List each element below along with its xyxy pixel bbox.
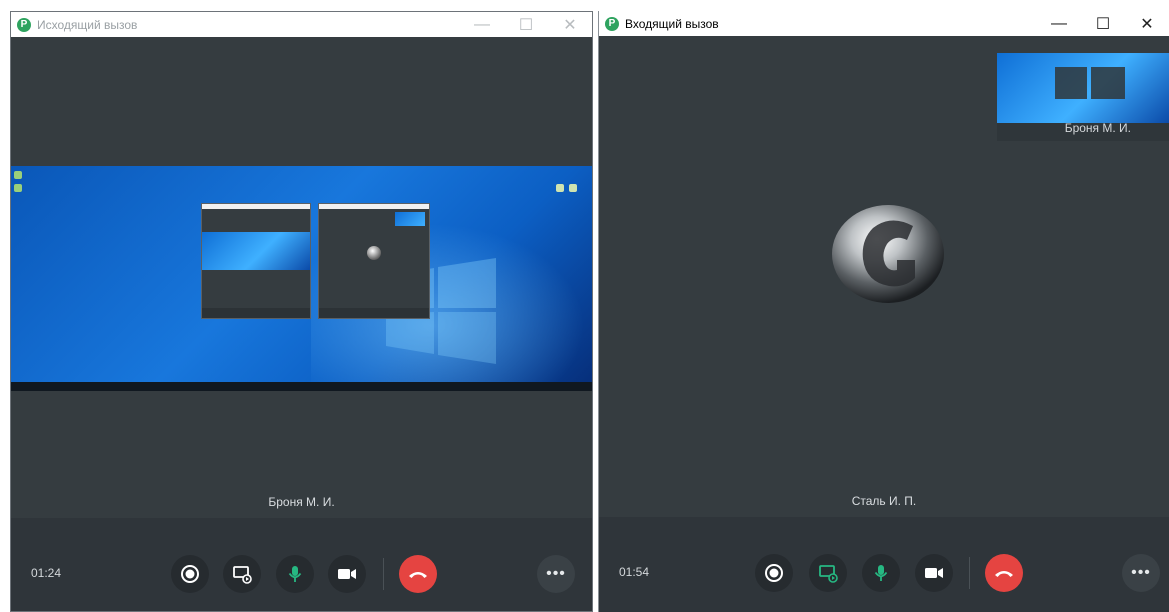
- desktop-icon: [556, 184, 564, 192]
- preview-screen: [997, 53, 1169, 123]
- shared-screen-view: [11, 166, 592, 391]
- record-button[interactable]: [755, 554, 793, 592]
- incoming-call-window: P Входящий вызов — ☐ ✕ Броня М. И. Сталь…: [598, 11, 1169, 612]
- remote-participant-name: Броня М. И.: [268, 495, 335, 509]
- desktop-icon: [569, 184, 577, 192]
- record-icon: [181, 565, 199, 583]
- record-icon: [765, 564, 783, 582]
- phone-hangup-icon: [995, 571, 1013, 577]
- call-timer: 01:24: [31, 566, 62, 580]
- app-logo-icon: P: [605, 16, 619, 31]
- camera-icon: [338, 569, 356, 579]
- remote-participant-name: Сталь И. П.: [851, 494, 917, 508]
- camera-button[interactable]: [328, 555, 366, 593]
- call-timer: 01:54: [619, 565, 650, 579]
- window-title: Исходящий вызов: [37, 17, 138, 32]
- phone-hangup-icon: [409, 572, 427, 578]
- window-title: Входящий вызов: [625, 16, 719, 31]
- mini-call-window: [201, 203, 311, 319]
- self-video-preview[interactable]: Броня М. И.: [997, 53, 1169, 141]
- share-screen-button[interactable]: [223, 555, 261, 593]
- outgoing-call-window: P Исходящий вызов — ☐ ✕ Броня М. И. 01:2…: [10, 11, 593, 612]
- window-controls: — ☐ ✕: [460, 12, 592, 37]
- minimize-button[interactable]: —: [1037, 11, 1081, 36]
- close-button[interactable]: ✕: [548, 12, 592, 37]
- microphone-button[interactable]: [862, 554, 900, 592]
- toolbar-divider: [969, 557, 970, 589]
- call-controls-bar: 01:54 •••: [599, 517, 1169, 612]
- share-screen-icon: [819, 565, 838, 583]
- window-controls: — ☐ ✕: [1037, 11, 1169, 36]
- maximize-button[interactable]: ☐: [1081, 11, 1125, 36]
- record-button[interactable]: [171, 555, 209, 593]
- camera-icon: [925, 568, 943, 578]
- toolbar-divider: [383, 558, 384, 590]
- title-bar: P Входящий вызов — ☐ ✕: [599, 11, 1169, 36]
- self-preview-name: Броня М. И.: [1064, 121, 1131, 135]
- title-bar: P Исходящий вызов — ☐ ✕: [11, 12, 592, 37]
- more-options-button[interactable]: •••: [537, 555, 575, 593]
- microphone-icon: [288, 566, 302, 582]
- close-button[interactable]: ✕: [1125, 11, 1169, 36]
- microphone-icon: [874, 565, 888, 581]
- share-screen-button[interactable]: [809, 554, 847, 592]
- hang-up-button[interactable]: [399, 555, 437, 593]
- mini-call-window: [318, 203, 430, 319]
- app-logo-icon: P: [17, 17, 31, 32]
- caller-avatar: [832, 205, 944, 303]
- desktop-icon: [14, 171, 22, 179]
- maximize-button[interactable]: ☐: [504, 12, 548, 37]
- microphone-button[interactable]: [276, 555, 314, 593]
- more-options-button[interactable]: •••: [1122, 554, 1160, 592]
- camera-button[interactable]: [915, 554, 953, 592]
- call-controls-bar: 01:24 •••: [11, 518, 592, 611]
- desktop-icon: [14, 184, 22, 192]
- share-screen-icon: [233, 566, 252, 584]
- minimize-button[interactable]: —: [460, 12, 504, 37]
- taskbar: [11, 382, 592, 391]
- hang-up-button[interactable]: [985, 554, 1023, 592]
